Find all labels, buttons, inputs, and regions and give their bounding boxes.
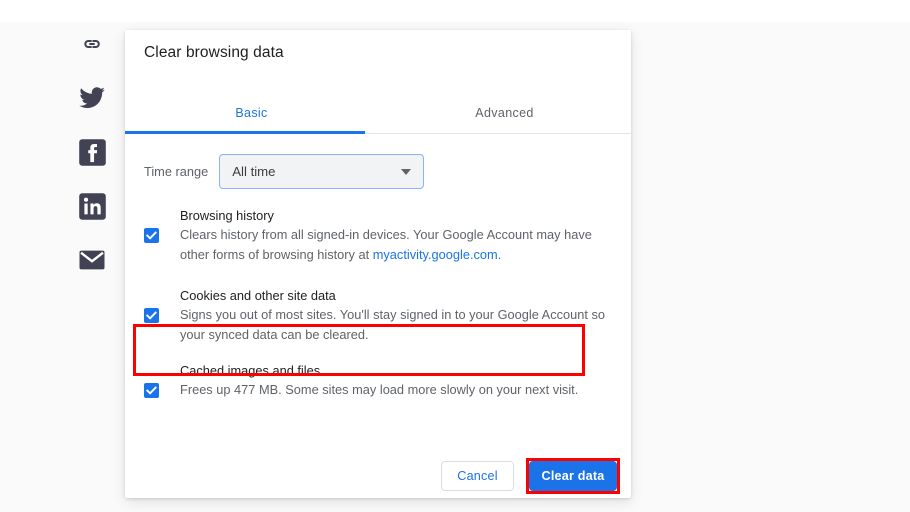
facebook-icon [78, 138, 107, 167]
checkmark-icon [144, 383, 159, 398]
dialog-footer: Cancel Clear data [441, 461, 617, 491]
tab-basic[interactable]: Basic [125, 104, 378, 134]
option-description-tail: . [497, 246, 502, 262]
checkbox-cookies-site-data[interactable] [144, 285, 180, 323]
twitter-icon [78, 84, 106, 112]
checkmark-icon [144, 228, 159, 243]
checkbox-browsing-history[interactable] [144, 205, 180, 243]
option-title: Cached images and files [180, 363, 321, 378]
link-icon [79, 31, 105, 57]
social-share-rail [70, 24, 114, 294]
option-text: Cookies and other site data Signs you ou… [180, 285, 612, 344]
checkbox-cached-images-files[interactable] [144, 360, 180, 398]
option-text: Cached images and files Frees up 477 MB.… [180, 360, 612, 400]
email-icon [77, 245, 107, 275]
option-text: Browsing history Clears history from all… [180, 205, 612, 264]
chevron-down-icon [401, 169, 412, 175]
linkedin-icon [78, 192, 107, 221]
option-description: Clears history from all signed-in device… [180, 225, 612, 264]
option-description: Signs you out of most sites. You'll stay… [180, 307, 605, 342]
cancel-button[interactable]: Cancel [441, 461, 514, 491]
share-twitter-button[interactable] [72, 78, 112, 118]
checkmark-icon [144, 308, 159, 323]
time-range-row: Time range All time [144, 154, 425, 189]
time-range-value: All time [232, 164, 276, 179]
tab-advanced[interactable]: Advanced [378, 104, 631, 134]
option-title: Cookies and other site data [180, 288, 336, 303]
option-cached-images-files: Cached images and files Frees up 477 MB.… [144, 360, 612, 400]
option-description: Frees up 477 MB. Some sites may load mor… [180, 382, 579, 397]
dialog-title: Clear browsing data [144, 44, 284, 61]
page-root: Clear browsing data Basic Advanced Time … [0, 0, 910, 512]
clear-browsing-data-dialog: Clear browsing data Basic Advanced Time … [125, 30, 631, 498]
share-email-button[interactable] [72, 240, 112, 280]
time-range-label: Time range [144, 164, 209, 179]
clear-data-button[interactable]: Clear data [529, 461, 617, 491]
share-facebook-button[interactable] [72, 132, 112, 172]
share-link-button[interactable] [72, 24, 112, 64]
time-range-select[interactable]: All time [219, 154, 425, 189]
option-cookies-site-data: Cookies and other site data Signs you ou… [144, 285, 612, 344]
myactivity-link[interactable]: myactivity.google.com [373, 247, 498, 262]
option-browsing-history: Browsing history Clears history from all… [144, 205, 612, 264]
dialog-tabs: Basic Advanced [125, 104, 631, 134]
option-title: Browsing history [180, 208, 274, 223]
tab-active-indicator [125, 131, 365, 134]
share-linkedin-button[interactable] [72, 186, 112, 226]
